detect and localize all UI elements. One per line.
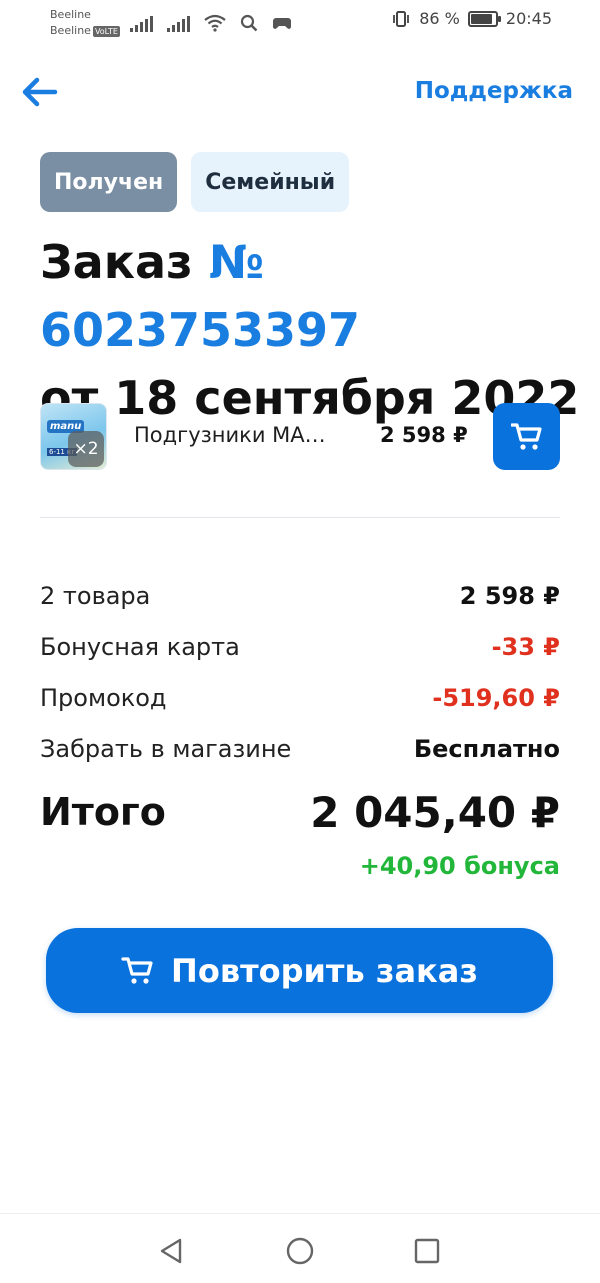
vibrate-icon [393,10,410,27]
signal-1-icon [130,16,153,32]
summary-row-bonus-card: Бонусная карта -33 ₽ [40,621,560,672]
total-row: Итого 2 045,40 ₽ [40,776,560,848]
triangle-back-icon [160,1238,182,1264]
nav-recents-button[interactable] [412,1236,442,1266]
circle-home-icon [286,1237,314,1265]
carrier-2: Beeline [50,24,91,37]
game-icon [273,18,291,29]
quantity-badge: ×2 [68,431,104,467]
nav-back-button[interactable] [156,1236,186,1266]
battery-percent: 86 % [419,9,460,28]
summary-label: Бонусная карта [40,632,240,661]
support-link[interactable]: Поддержка [415,78,573,104]
clock: 20:45 [505,9,552,28]
nav-home-button[interactable] [285,1236,315,1266]
wifi-icon [204,14,226,32]
summary-row-promo: Промокод -519,60 ₽ [40,672,560,723]
order-title-prefix: Заказ [40,235,209,289]
summary-value: Бесплатно [413,734,560,763]
status-icons-right: 86 % 20:45 [391,9,552,28]
carrier-1: Beeline [50,8,91,21]
cart-icon [121,956,153,984]
summary-value: 2 598 ₽ [459,581,560,610]
cart-icon [510,422,542,450]
battery-icon [467,10,501,27]
divider [40,517,560,518]
summary-row-pickup: Забрать в магазине Бесплатно [40,723,560,774]
system-nav-bar [0,1213,600,1283]
total-label: Итого [40,790,166,834]
repeat-order-label: Повторить заказ [171,951,478,990]
status-icons-left [130,12,292,32]
summary-label: 2 товара [40,581,151,610]
type-chip: Семейный [191,152,350,212]
search-icon [240,14,258,32]
order-summary: 2 товара 2 598 ₽ Бонусная карта -33 ₽ Пр… [40,570,560,881]
order-title: Заказ № 6023753397 от 18 сентября 2022 [40,228,580,432]
carrier-info: Beeline Beeline VoLTE [50,7,120,39]
summary-row-items: 2 товара 2 598 ₽ [40,570,560,621]
add-to-cart-button[interactable] [493,403,560,470]
battery-fill [470,13,492,24]
signal-2-icon [167,16,190,32]
product-name[interactable]: Подгузники МА… [134,423,354,447]
summary-value: -519,60 ₽ [432,683,560,712]
volte-badge: VoLTE [92,25,120,37]
product-thumbnail[interactable]: manu 6-11 кг ×2 [40,403,107,470]
status-bar: Beeline Beeline VoLTE 86 % 20:45 [0,0,600,48]
order-chips: Получен Семейный [40,152,350,212]
total-value: 2 045,40 ₽ [310,787,560,837]
bonus-earned: +40,90 бонуса [359,852,560,880]
product-row[interactable]: manu 6-11 кг ×2 Подгузники МА… 2 598 ₽ [40,403,560,471]
back-button[interactable] [20,72,60,112]
repeat-order-button[interactable]: Повторить заказ [46,928,553,1013]
square-recents-icon [414,1238,440,1264]
arrow-left-icon [22,77,58,107]
summary-value: -33 ₽ [491,632,560,661]
summary-label: Промокод [40,683,167,712]
summary-label: Забрать в магазине [40,734,292,763]
product-price: 2 598 ₽ [380,423,468,447]
status-chip: Получен [40,152,178,212]
